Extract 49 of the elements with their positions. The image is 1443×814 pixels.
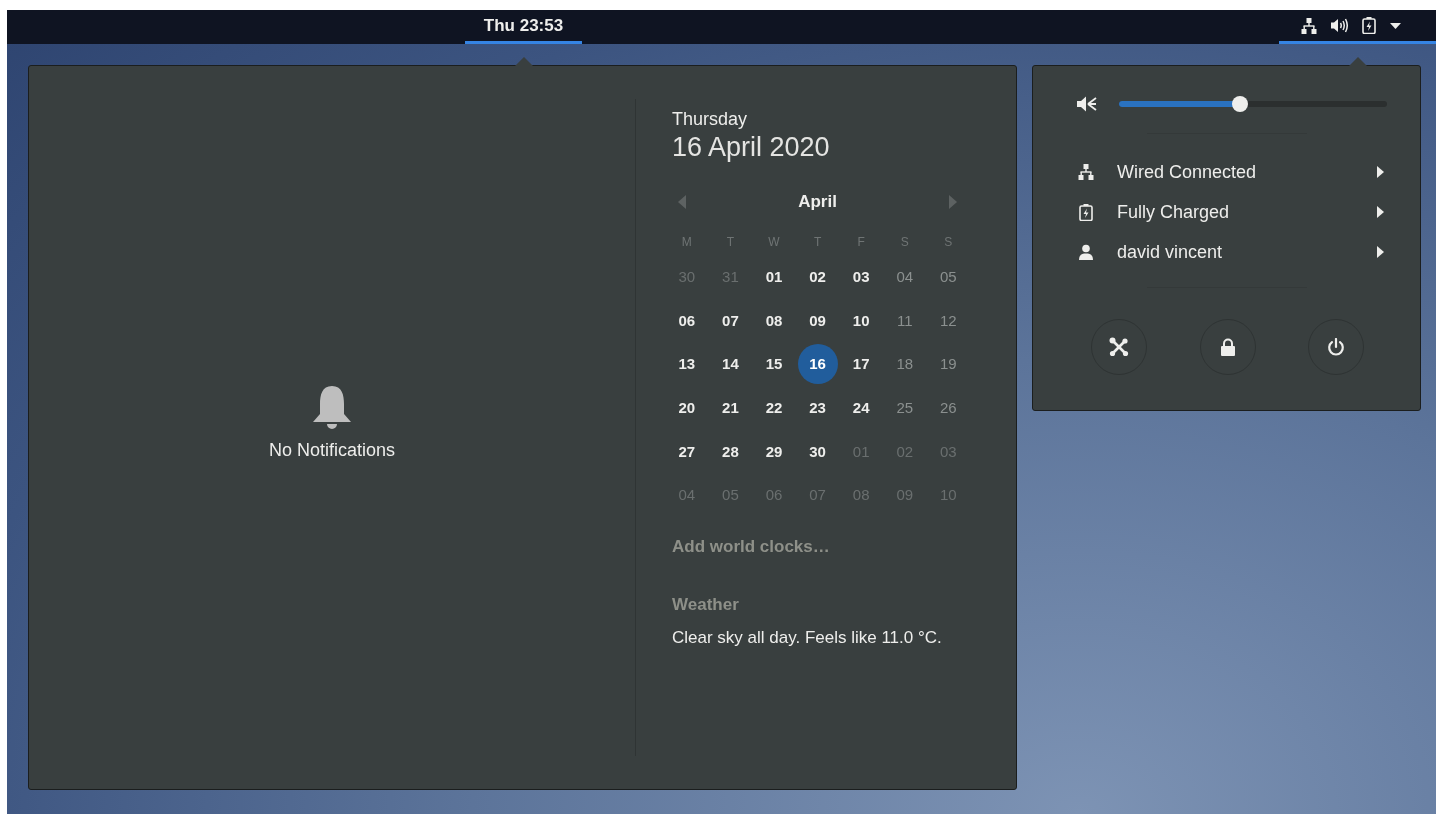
calendar-day[interactable]: 06 [666, 300, 707, 341]
speaker-icon [1331, 18, 1348, 33]
no-notifications-text: No Notifications [268, 440, 396, 461]
calendar-day[interactable]: 21 [710, 387, 751, 428]
right-triangle-icon [1377, 206, 1384, 218]
settings-icon [1109, 337, 1129, 357]
full-date: 16 April 2020 [672, 131, 831, 164]
calendar-day[interactable]: 03 [841, 256, 882, 297]
calendar-day[interactable]: 22 [754, 387, 794, 428]
calendar-day[interactable]: 27 [666, 431, 707, 472]
calendar-day[interactable]: 24 [841, 387, 882, 428]
calendar-day[interactable]: 23 [797, 387, 838, 428]
calendar-day[interactable]: 14 [710, 344, 751, 384]
caret-icon [1390, 22, 1401, 29]
battery-icon [1362, 17, 1376, 34]
calendar-day[interactable]: 02 [797, 256, 838, 297]
settings-button[interactable] [1091, 319, 1147, 375]
calendar-day[interactable]: 28 [710, 431, 751, 472]
calendar-day[interactable]: 08 [754, 300, 794, 341]
right-triangle-icon [1377, 246, 1384, 258]
calendar-day[interactable]: 13 [666, 344, 707, 384]
menu-item[interactable]: david vincent [1033, 232, 1420, 272]
calendar-day[interactable]: 17 [841, 344, 882, 384]
calendar-day[interactable]: 29 [754, 431, 794, 472]
calendar-day[interactable]: 30 [797, 431, 838, 472]
calendar-day[interactable]: 10 [841, 300, 882, 341]
power-button[interactable] [1308, 319, 1364, 375]
right-triangle-icon [1377, 166, 1384, 178]
calendar-day[interactable]: 07 [710, 300, 751, 341]
month-title: April [798, 192, 837, 212]
power-icon [1327, 338, 1345, 356]
menu-item[interactable]: Wired Connected [1033, 152, 1420, 192]
weather-title: Weather [672, 593, 740, 616]
calendar-day[interactable]: 01 [754, 256, 794, 297]
weekday-name: Thursday [672, 108, 749, 130]
lock-icon [1219, 338, 1236, 356]
clock-button[interactable]: Thu 23:53 [465, 10, 582, 44]
battery-icon [1079, 203, 1093, 221]
user-icon [1078, 244, 1094, 260]
slider-thumb[interactable] [1231, 96, 1248, 112]
network-icon [1078, 164, 1094, 180]
calendar-day[interactable]: 16 [797, 344, 838, 384]
calendar-day[interactable]: 15 [754, 344, 794, 384]
menu-item[interactable]: Fully Charged [1033, 192, 1420, 232]
speaker-icon [1077, 95, 1097, 113]
weather-summary: Clear sky all day. Feels like 11.0 °C. [672, 626, 943, 649]
calendar-day[interactable]: 20 [666, 387, 707, 428]
network-icon [1301, 17, 1317, 34]
calendar-day[interactable]: 09 [797, 300, 838, 341]
